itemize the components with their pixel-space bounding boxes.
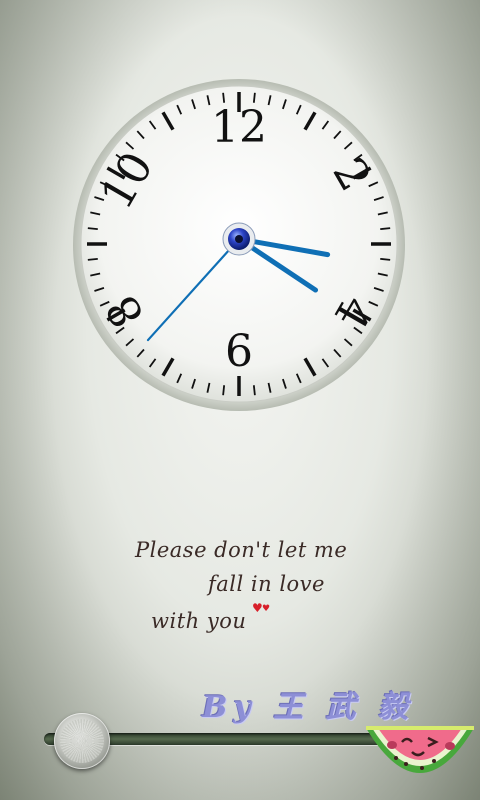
watermelon-icon[interactable] <box>362 700 478 800</box>
heart-icon-small: ♥ <box>262 604 271 614</box>
quote-line-2: fall in love <box>208 572 325 596</box>
minute-tick <box>380 257 391 261</box>
minute-tick <box>252 385 256 396</box>
quote-line-3: with you <box>151 609 247 633</box>
minute-tick <box>87 227 98 231</box>
analog-clock: 12 2 4 6 8 10 <box>73 79 405 411</box>
unlock-slider-knob[interactable] <box>54 713 110 769</box>
quote-line-1: Please don't let me <box>135 538 348 562</box>
minute-tick <box>222 385 226 396</box>
minute-tick <box>87 257 98 261</box>
numeral-12: 12 <box>211 102 267 153</box>
numeral-6: 6 <box>225 326 253 377</box>
minute-tick <box>380 227 391 231</box>
hand-pin <box>235 235 243 243</box>
